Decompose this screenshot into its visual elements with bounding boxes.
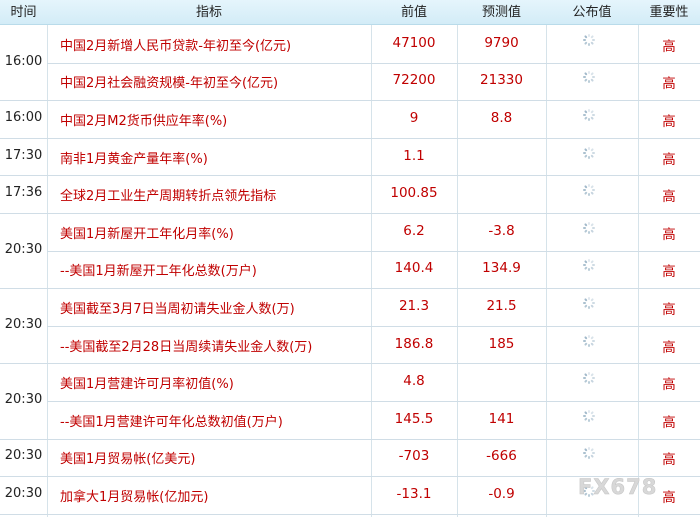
indicator-link[interactable]: --美国1月新屋开工年化总数(万户) [60,260,257,279]
column-divider [47,25,48,517]
forecast-value: 21330 [480,72,523,89]
loading-spinner-icon [583,409,595,422]
forecast-value: 8.8 [490,110,513,126]
importance-value: 高 [662,452,676,469]
table-header: 时间 指标 前值 预测值 公布值 重要性 [0,0,700,25]
header-actual: 公布值 [572,5,612,20]
group-divider [0,100,700,102]
previous-value: 72200 [392,72,436,89]
group-divider [0,513,700,515]
row-time: 20:30 [4,486,43,501]
previous-value: 100.85 [390,185,438,202]
indicator-link[interactable]: 美国1月贸易帐(亿美元) [60,448,195,467]
indicator-link[interactable]: 南非1月黄金产量年率(%) [60,148,208,167]
forecast-value: 134.9 [482,260,521,277]
forecast-value: -666 [486,448,517,465]
loading-spinner-icon [583,259,595,272]
row-divider [47,401,700,402]
loading-spinner-icon [583,184,595,197]
importance-value: 高 [662,114,676,130]
previous-value: 21.3 [398,298,430,314]
header-indicator: 指标 [195,5,222,20]
header-importance: 重要性 [649,5,689,20]
row-time: 16:00 [4,110,43,125]
indicator-link[interactable]: 全球2月工业生产周期转折点领先指标 [60,185,276,204]
importance-value: 高 [662,189,676,206]
previous-value: 9 [409,110,419,126]
loading-spinner-icon [583,297,595,309]
previous-value: 1.1 [403,147,425,164]
loading-spinner-icon [583,33,595,46]
importance-value: 高 [662,76,676,93]
loading-spinner-icon [583,71,595,84]
group-divider [0,137,700,139]
forecast-value: 9790 [484,34,519,51]
loading-spinner-icon [583,447,595,460]
loading-spinner-icon [583,334,595,347]
row-time: 17:30 [4,147,43,163]
loading-spinner-icon [583,221,595,234]
importance-value: 高 [662,339,676,356]
previous-value: 6.2 [403,222,425,239]
forecast-value: -3.8 [488,222,515,239]
header-forecast: 预测值 [481,5,521,20]
forecast-value: 141 [488,410,515,427]
importance-value: 高 [662,226,676,243]
row-divider [47,250,700,252]
row-time: 20:30 [4,448,43,464]
group-divider [0,363,700,365]
header-time: 时间 [10,5,37,20]
row-time: 20:30 [4,316,43,332]
row-time: 16:00 [4,53,43,69]
loading-spinner-icon [583,109,595,121]
loading-spinner-icon [583,146,595,159]
previous-value: 47100 [392,34,436,51]
previous-value: 145.5 [394,410,434,427]
header-previous: 前值 [400,5,427,20]
loading-spinner-icon [583,372,595,385]
group-divider [0,438,700,440]
importance-value: 高 [662,264,676,281]
indicator-link[interactable]: --美国1月营建许可年化总数初值(万户) [60,411,283,430]
previous-value: -703 [398,448,430,465]
indicator-link[interactable]: 中国2月M2货币供应年率(%) [60,110,227,129]
importance-value: 高 [662,414,676,431]
row-time: 20:30 [4,241,43,257]
row-time: 17:36 [4,185,43,201]
indicator-link[interactable]: 美国1月营建许可月率初值(%) [60,373,234,392]
importance-value: 高 [662,38,676,55]
row-divider [47,62,700,64]
indicator-link[interactable]: 美国截至3月7日当周初请失业金人数(万) [60,298,295,317]
row-divider [47,325,700,327]
previous-value: 4.8 [403,373,425,390]
fx678-watermark: FX678 [578,475,658,500]
previous-value: -13.1 [396,486,432,502]
importance-value: 高 [662,302,676,318]
table-body: 16:00 中国2月新增人民币贷款-年初至今(亿元) 47100 9790 高中国2月社… [0,25,700,517]
indicator-link[interactable]: 美国1月新屋开工年化月率(%) [60,223,234,242]
forecast-value: 185 [488,335,515,352]
importance-value: 高 [662,377,676,394]
indicator-link[interactable]: 中国2月社会融资规模-年初至今(亿元) [60,72,278,91]
group-divider [0,288,700,290]
row-time: 20:30 [4,392,43,407]
forecast-value: 21.5 [486,298,517,314]
indicator-link[interactable]: 中国2月新增人民币贷款-年初至今(亿元) [60,35,291,54]
indicator-link[interactable]: --美国截至2月28日当周续请失业金人数(万) [60,336,312,355]
group-divider [0,213,700,214]
indicator-link[interactable]: 加拿大1月贸易帐(亿加元) [60,486,208,505]
forecast-value: -0.9 [488,486,515,502]
column-divider [546,25,547,517]
previous-value: 186.8 [394,335,434,352]
group-divider [0,175,700,177]
previous-value: 140.4 [394,260,434,277]
importance-value: 高 [662,151,676,168]
